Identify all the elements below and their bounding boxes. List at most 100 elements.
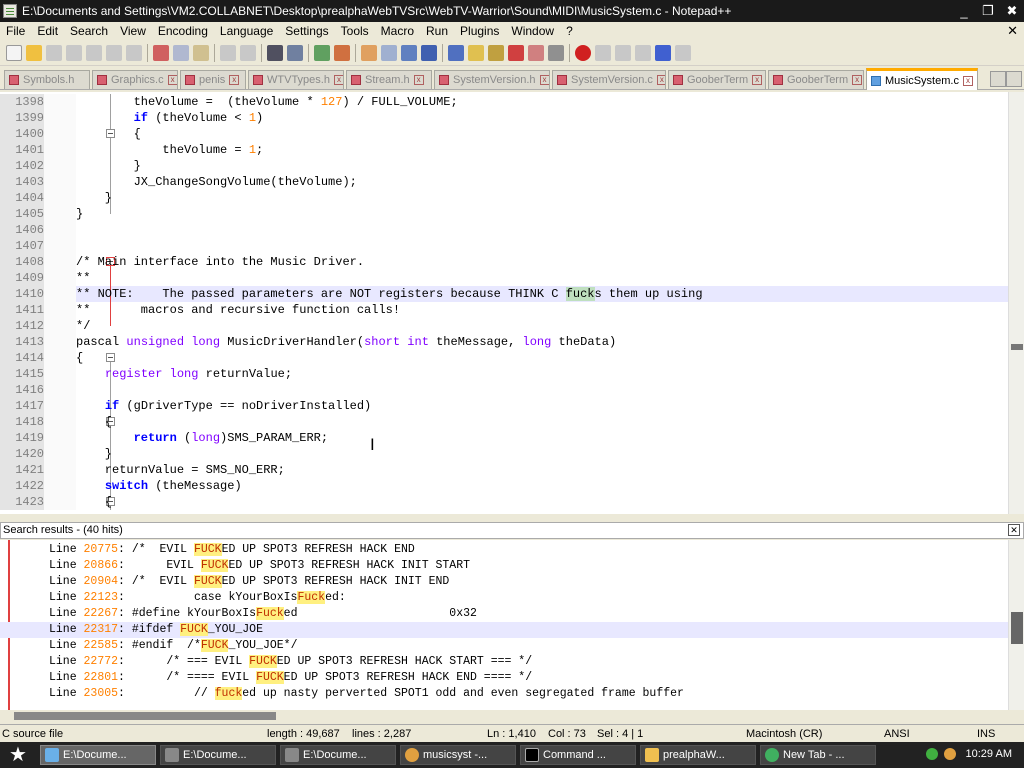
run-macro-multiple-icon[interactable] — [635, 44, 651, 61]
tab-wtvtypes-h[interactable]: WTVTypes.h x — [248, 70, 344, 89]
show-all-chars-icon[interactable] — [421, 44, 437, 61]
save-icon[interactable] — [46, 44, 62, 61]
search-result-row[interactable]: Line 22267: #define kYourBoxIsFucked 0x3… — [0, 606, 1008, 622]
menu-run[interactable]: Run — [420, 24, 454, 38]
tab-gooberterm-1[interactable]: GooberTerm x — [668, 70, 766, 89]
search-result-row[interactable]: Line 22585: #endif /*FUCK_YOU_JOE*/ — [0, 638, 1008, 654]
task-button[interactable]: E:\Docume... — [160, 745, 276, 765]
menu-edit[interactable]: Edit — [31, 24, 64, 38]
zoom-out-icon[interactable] — [334, 44, 350, 61]
zoom-in-icon[interactable] — [314, 44, 330, 61]
fast-forward-icon[interactable] — [655, 44, 671, 61]
tab-close-icon[interactable]: x — [656, 75, 665, 85]
menu-view[interactable]: View — [114, 24, 152, 38]
search-result-row[interactable]: Line 22801: /* ==== EVIL FUCKED UP SPOT3… — [0, 670, 1008, 686]
search-result-row[interactable]: Line 22772: /* === EVIL FUCKED UP SPOT3 … — [0, 654, 1008, 670]
editor-horizontal-scrollbar[interactable] — [0, 514, 1024, 522]
udl-icon[interactable] — [468, 44, 484, 61]
tab-scroll-right-icon[interactable] — [1006, 71, 1022, 87]
task-button[interactable]: Command ... — [520, 745, 636, 765]
record-macro-icon[interactable] — [575, 44, 591, 61]
indent-guide-icon[interactable] — [448, 44, 464, 61]
menu-settings[interactable]: Settings — [279, 24, 334, 38]
task-button[interactable]: musicsyst -... — [400, 745, 516, 765]
search-result-row[interactable]: Line 20904: /* EVIL FUCKED UP SPOT3 REFR… — [0, 574, 1008, 590]
doc-map-icon[interactable] — [488, 44, 504, 61]
tab-close-icon[interactable]: x — [229, 75, 240, 85]
save-macro-icon[interactable] — [675, 44, 691, 61]
tab-symbols-h[interactable]: Symbols.h — [4, 70, 90, 89]
undo-icon[interactable] — [220, 44, 236, 61]
search-result-row[interactable]: Line 20775: /* EVIL FUCKED UP SPOT3 REFR… — [0, 542, 1008, 558]
search-result-row[interactable]: Line 23005: // fucked up nasty perverted… — [0, 686, 1008, 702]
menu-tools[interactable]: Tools — [335, 24, 375, 38]
results-vertical-scrollbar[interactable] — [1008, 540, 1024, 710]
search-results-close-button[interactable]: ✕ — [1008, 524, 1020, 536]
menu-encoding[interactable]: Encoding — [152, 24, 214, 38]
tab-close-icon[interactable]: x — [167, 75, 177, 85]
tab-close-icon[interactable]: x — [852, 75, 863, 85]
close-button[interactable]: ✖ — [1000, 3, 1024, 19]
sync-v-icon[interactable] — [361, 44, 377, 61]
tab-systemversion-h[interactable]: SystemVersion.h x — [434, 70, 550, 89]
open-file-icon[interactable] — [26, 44, 42, 61]
menu-help[interactable]: ? — [560, 24, 579, 38]
stop-macro-icon[interactable] — [595, 44, 611, 61]
search-result-row[interactable]: Line 20866: EVIL FUCKED UP SPOT3 REFRESH… — [0, 558, 1008, 574]
menu-macro[interactable]: Macro — [375, 24, 420, 38]
tab-close-icon[interactable]: x — [413, 75, 424, 85]
tab-graphics-c[interactable]: Graphics.c x — [92, 70, 178, 89]
tab-stream-h[interactable]: Stream.h x — [346, 70, 432, 89]
tab-systemversion-c[interactable]: SystemVersion.c x — [552, 70, 666, 89]
code-editor[interactable]: 1398 theVolume = (theVolume * 127) / FUL… — [0, 92, 1008, 514]
menu-file[interactable]: File — [0, 24, 31, 38]
search-icon[interactable] — [944, 748, 956, 760]
copy-icon[interactable] — [173, 44, 189, 61]
tab-scroll-left-icon[interactable] — [990, 71, 1006, 87]
replace-icon[interactable] — [287, 44, 303, 61]
tab-musicsystem-c[interactable]: MusicSystem.c x — [866, 68, 978, 90]
redo-icon[interactable] — [240, 44, 256, 61]
tab-close-icon[interactable]: x — [752, 75, 763, 85]
minimize-button[interactable]: _ — [952, 4, 976, 19]
results-horizontal-scrollbar[interactable] — [0, 710, 1008, 722]
close-all-icon[interactable] — [106, 44, 122, 61]
find-icon[interactable] — [267, 44, 283, 61]
new-file-icon[interactable] — [6, 44, 22, 61]
menu-language[interactable]: Language — [214, 24, 279, 38]
task-button[interactable]: New Tab - ... — [760, 745, 876, 765]
scroll-thumb[interactable] — [1011, 344, 1023, 350]
start-button[interactable]: ★ — [6, 744, 30, 766]
doc-close-icon[interactable]: ✕ — [1007, 23, 1018, 39]
tab-close-icon[interactable]: x — [333, 75, 343, 85]
print-icon[interactable] — [126, 44, 142, 61]
search-results-panel[interactable]: Line 20775: /* EVIL FUCKED UP SPOT3 REFR… — [0, 540, 1008, 710]
sync-h-icon[interactable] — [381, 44, 397, 61]
cut-icon[interactable] — [153, 44, 169, 61]
task-button[interactable]: E:\Docume... — [280, 745, 396, 765]
paste-icon[interactable] — [193, 44, 209, 61]
scroll-thumb[interactable] — [14, 712, 276, 720]
wrap-icon[interactable] — [401, 44, 417, 61]
menu-plugins[interactable]: Plugins — [454, 24, 505, 38]
scroll-thumb[interactable] — [1011, 612, 1023, 644]
close-file-icon[interactable] — [86, 44, 102, 61]
menu-search[interactable]: Search — [64, 24, 114, 38]
tab-close-icon[interactable]: x — [962, 75, 973, 86]
play-macro-icon[interactable] — [615, 44, 631, 61]
search-result-row[interactable]: Line 22317: #ifdef FUCK_YOU_JOE — [0, 622, 1008, 638]
task-button[interactable]: prealphaW... — [640, 745, 756, 765]
tab-gooberterm-2[interactable]: GooberTerm x — [768, 70, 864, 89]
menu-window[interactable]: Window — [505, 24, 560, 38]
save-all-icon[interactable] — [66, 44, 82, 61]
task-button[interactable]: E:\Docume... — [40, 745, 156, 765]
search-result-row[interactable]: Line 22123: case kYourBoxIsFucked: — [0, 590, 1008, 606]
tab-close-icon[interactable]: x — [539, 75, 549, 85]
function-list-icon[interactable] — [508, 44, 524, 61]
network-icon[interactable] — [926, 748, 938, 760]
editor-vertical-scrollbar[interactable] — [1008, 92, 1024, 514]
fold-toggle-icon[interactable] — [106, 353, 115, 362]
maximize-button[interactable]: ❐ — [976, 3, 1000, 19]
folder-workspace-icon[interactable] — [528, 44, 544, 61]
monitor-icon[interactable] — [548, 44, 564, 61]
